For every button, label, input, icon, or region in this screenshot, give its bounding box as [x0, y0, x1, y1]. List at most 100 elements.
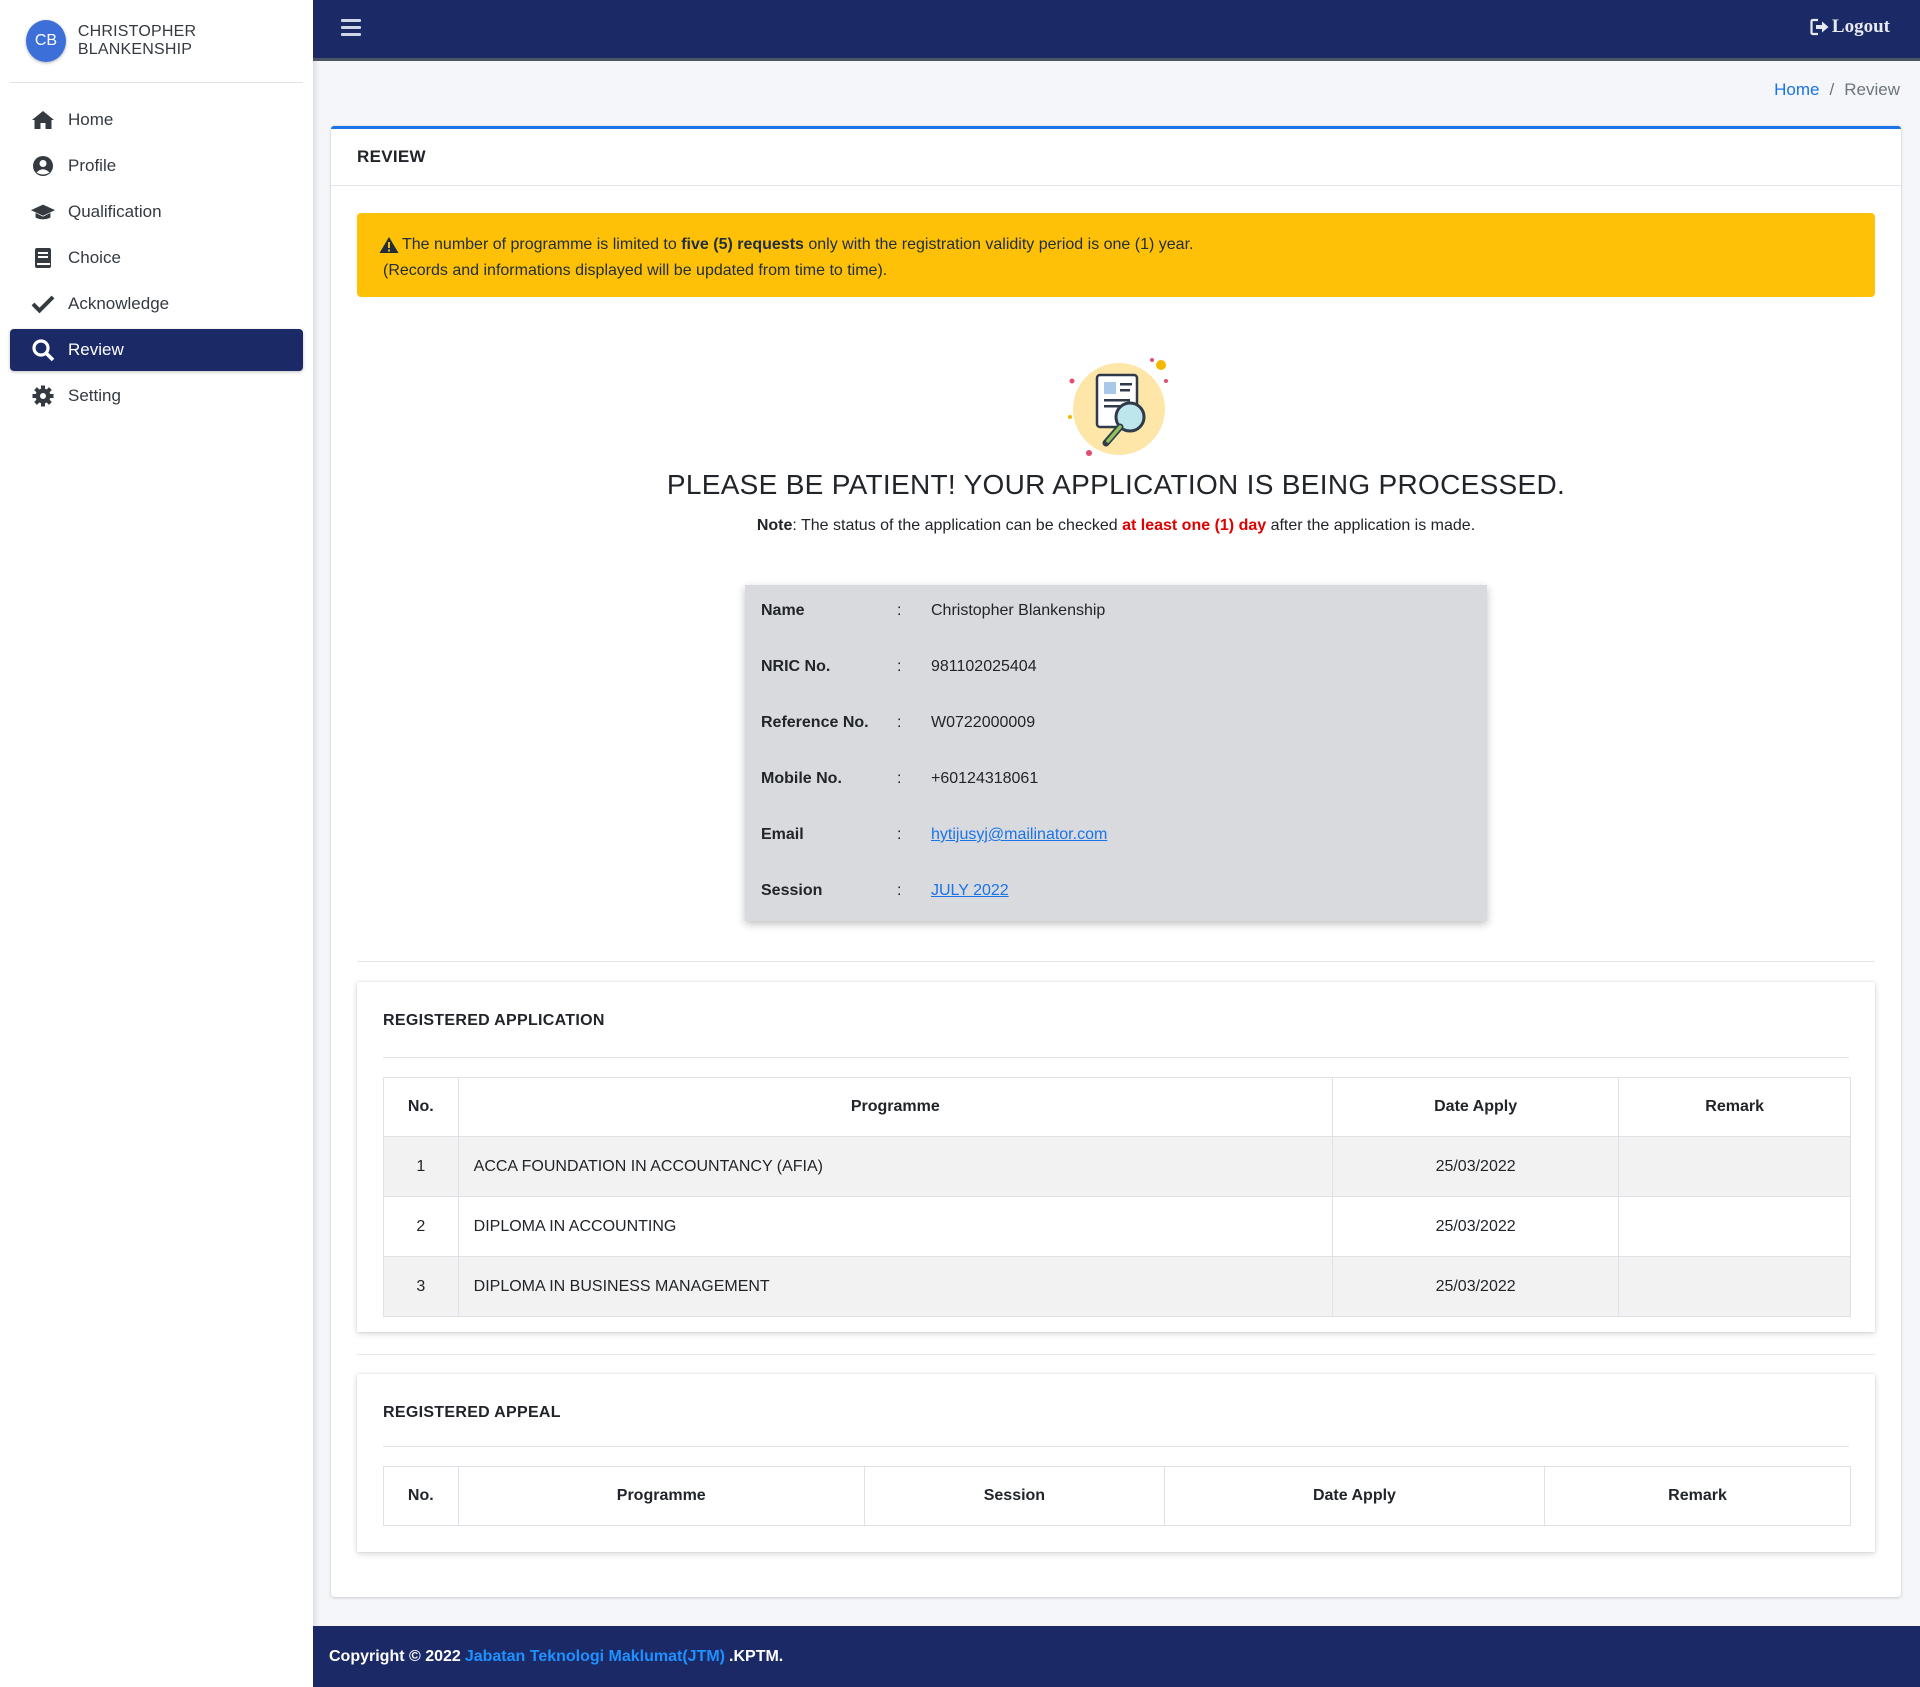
warning-icon	[379, 237, 399, 253]
registered-application-table: No. Programme Date Apply Remark 1 ACCA F…	[383, 1077, 1851, 1317]
footer: Copyright © 2022 Jabatan Teknologi Maklu…	[313, 1626, 1920, 1687]
sidebar-item-profile[interactable]: Profile	[10, 145, 303, 187]
registered-appeal-table: No. Programme Session Date Apply Remark	[383, 1466, 1851, 1526]
breadcrumb-separator: /	[1829, 80, 1835, 99]
session-link[interactable]: JULY 2022	[931, 882, 1009, 900]
email-link[interactable]: hytijusyj@mailinator.com	[931, 826, 1107, 844]
sidebar-item-acknowledge[interactable]: Acknowledge	[10, 283, 303, 325]
sidebar-item-home[interactable]: Home	[10, 99, 303, 141]
section-rule	[383, 1057, 1849, 1058]
sidebar-item-label: Review	[68, 340, 124, 359]
row-programme: DIPLOMA IN ACCOUNTING	[457, 1196, 1333, 1257]
info-row-mobile: Mobile No. : +60124318061	[745, 765, 1487, 793]
breadcrumb-home-link[interactable]: Home	[1774, 80, 1819, 99]
info-row-session: Session : JULY 2022	[745, 877, 1487, 905]
sidebar-item-review[interactable]: Review	[10, 329, 303, 371]
info-row-nric: NRIC No. : 981102025404	[745, 653, 1487, 681]
col-no: No.	[383, 1077, 459, 1137]
section-divider	[357, 961, 1875, 962]
applicant-name: Christopher Blankenship	[931, 602, 1106, 619]
note-text-before: : The status of the application can be c…	[792, 517, 1123, 534]
row-date: 25/03/2022	[1331, 1136, 1620, 1197]
status-note: Note: The status of the application can …	[331, 517, 1901, 535]
sidebar-item-choice[interactable]: Choice	[10, 237, 303, 279]
document-search-illustration	[1068, 358, 1168, 456]
user-name[interactable]: CHRISTOPHER BLANKENSHIP	[78, 23, 303, 59]
home-icon	[30, 107, 56, 133]
row-no: 3	[383, 1256, 459, 1317]
avatar[interactable]: CB	[26, 20, 66, 62]
info-label: Session	[761, 882, 823, 899]
mobile-number: +60124318061	[931, 770, 1039, 787]
applicant-info-panel: Name : Christopher Blankenship NRIC No. …	[745, 585, 1487, 921]
sidebar-item-label: Acknowledge	[68, 294, 170, 313]
row-remark	[1618, 1196, 1851, 1257]
col-remark: Remark	[1544, 1466, 1851, 1526]
col-date-apply: Date Apply	[1331, 1077, 1620, 1137]
col-session: Session	[863, 1466, 1165, 1526]
table-row: 1 ACCA FOUNDATION IN ACCOUNTANCY (AFIA) …	[383, 1136, 1851, 1197]
search-icon	[30, 337, 56, 363]
col-no: No.	[383, 1466, 459, 1526]
footer-suffix: .KPTM.	[729, 1647, 784, 1665]
note-text-after: after the application is made.	[1266, 517, 1476, 534]
top-navbar: Logout	[313, 0, 1920, 61]
reference-number: W0722000009	[931, 714, 1036, 731]
logout-button[interactable]: Logout	[1810, 16, 1890, 38]
registered-appeal-title: REGISTERED APPEAL	[383, 1404, 561, 1421]
sidebar-nav: Home Profile Qualification Choice Acknow…	[0, 99, 313, 417]
col-remark: Remark	[1618, 1077, 1851, 1137]
alert-text-after: only with the registration validity peri…	[803, 236, 1194, 253]
breadcrumb: Home / Review	[1774, 80, 1900, 100]
col-date-apply: Date Apply	[1163, 1466, 1546, 1526]
alert-text-bold: five (5) requests	[681, 236, 804, 253]
sidebar-item-setting[interactable]: Setting	[10, 375, 303, 417]
book-icon	[30, 245, 56, 271]
row-date: 25/03/2022	[1331, 1196, 1620, 1257]
gear-icon	[30, 383, 56, 409]
info-row-name: Name : Christopher Blankenship	[745, 597, 1487, 625]
sidebar-item-qualification[interactable]: Qualification	[10, 191, 303, 233]
info-label: Reference No.	[761, 714, 869, 731]
info-label: Mobile No.	[761, 770, 842, 787]
sidebar-item-label: Home	[68, 110, 114, 129]
row-remark	[1618, 1256, 1851, 1317]
sidebar-item-label: Qualification	[68, 202, 162, 221]
row-remark	[1618, 1136, 1851, 1197]
info-colon: :	[897, 602, 902, 619]
warning-alert: The number of programme is limited to fi…	[357, 213, 1875, 297]
table-row: 3 DIPLOMA IN BUSINESS MANAGEMENT 25/03/2…	[383, 1256, 1851, 1317]
sidebar-item-label: Choice	[68, 248, 121, 267]
nric-number: 981102025404	[931, 658, 1037, 675]
registered-application-card: REGISTERED APPLICATION No. Programme Dat…	[357, 982, 1875, 1332]
user-panel[interactable]: CB CHRISTOPHER BLANKENSHIP	[10, 0, 303, 83]
alert-line2: (Records and informations displayed will…	[383, 262, 888, 279]
info-colon: :	[897, 714, 902, 731]
processing-headline: PLEASE BE PATIENT! YOUR APPLICATION IS B…	[666, 469, 1566, 500]
info-label: Name	[761, 602, 805, 619]
info-colon: :	[897, 826, 902, 843]
copyright-text: Copyright © 2022	[329, 1647, 461, 1665]
sign-out-icon	[1810, 18, 1829, 36]
card-title: REVIEW	[331, 129, 1901, 186]
sidebar-item-label: Profile	[68, 156, 117, 175]
alert-text: The number of programme is limited to fi…	[402, 232, 1193, 258]
note-highlight: at least one (1) day	[1122, 517, 1267, 534]
row-programme: ACCA FOUNDATION IN ACCOUNTANCY (AFIA)	[457, 1136, 1333, 1197]
info-colon: :	[897, 658, 902, 675]
check-icon	[30, 291, 56, 317]
registered-application-title: REGISTERED APPLICATION	[383, 1012, 605, 1029]
row-no: 1	[383, 1136, 459, 1197]
table-header-row: No. Programme Date Apply Remark	[383, 1077, 1851, 1137]
info-colon: :	[897, 882, 902, 899]
row-programme: DIPLOMA IN BUSINESS MANAGEMENT	[457, 1256, 1333, 1317]
footer-jtm-link[interactable]: Jabatan Teknologi Maklumat(JTM)	[465, 1648, 725, 1666]
user-circle-icon	[30, 153, 56, 179]
menu-toggle-icon[interactable]	[341, 19, 361, 37]
sidebar: CB CHRISTOPHER BLANKENSHIP Home Profile …	[0, 0, 313, 1687]
table-header-row: No. Programme Session Date Apply Remark	[383, 1466, 1851, 1526]
col-programme: Programme	[457, 1466, 865, 1526]
info-label: Email	[761, 826, 804, 843]
review-card: REVIEW The number of programme is limite…	[331, 126, 1901, 1597]
note-label: Note	[756, 517, 793, 534]
